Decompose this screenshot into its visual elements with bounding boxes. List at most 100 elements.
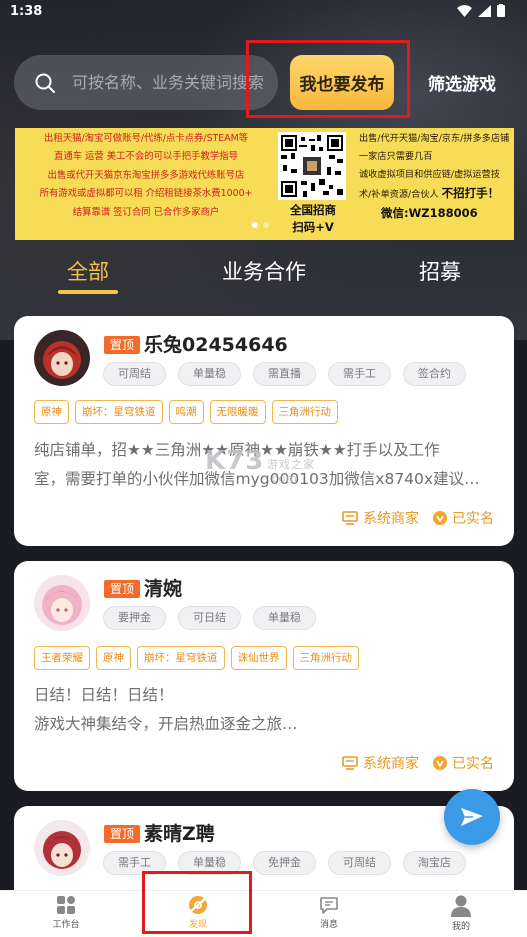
game-tags: 原神 崩坏：星穹铁道 鸣潮 无限暖暖 三角洲行动 <box>34 400 338 424</box>
status-time: 1:38 <box>10 4 43 19</box>
nav-profile[interactable]: 我的 <box>431 895 491 932</box>
merchant-text: 系统商家 <box>363 756 419 772</box>
signal-icon <box>478 4 491 17</box>
pinned-badge: 置顶 <box>104 580 141 598</box>
qr-code-icon <box>281 135 343 197</box>
qr-label-line: 全国招商 <box>290 203 336 217</box>
game-tag: 三角洲行动 <box>271 400 338 424</box>
verified-label: 已实名 <box>433 508 494 528</box>
nav-discover[interactable]: 发现 <box>168 895 228 930</box>
merchant-label: 系统商家 <box>342 753 419 773</box>
feature-chip: 可周结 <box>328 851 391 875</box>
avatar-image-icon <box>34 575 90 631</box>
banner-line: 所有游戏或虚拟都可以租 介绍租链接茶水费1000+ <box>39 188 253 200</box>
game-tag: 崩坏：星穹铁道 <box>75 400 163 424</box>
banner-line: 直通车 运营 美工不会的可以手把手教学指导 <box>53 151 239 163</box>
game-tag: 三角洲行动 <box>292 646 359 670</box>
post-description: 日结！日结！日结！ 游戏大神集结令，开启热血逐金之旅… <box>34 681 494 739</box>
game-tag: 鸣潮 <box>168 400 204 424</box>
nav-messages[interactable]: 消息 <box>299 895 359 930</box>
banner-dot <box>252 222 258 228</box>
avatar <box>34 820 90 876</box>
banner-right-text: 出售/代开天猫/淘宝/京东/拼多多店铺 一家店只需要几百 诚收虚拟项目和供应链/… <box>355 128 514 240</box>
feature-chip: 签合约 <box>403 362 466 386</box>
wifi-icon <box>457 4 472 17</box>
feature-chip: 需手工 <box>103 851 166 875</box>
feature-chip: 需直播 <box>253 362 316 386</box>
game-tag: 无限暖暖 <box>209 400 266 424</box>
share-fab-button[interactable] <box>444 789 500 845</box>
game-tag: 原神 <box>34 400 69 424</box>
nav-workbench[interactable]: 工作台 <box>36 895 96 930</box>
banner-qr-label: 全国招商 扫码+V <box>269 202 357 236</box>
game-tag: 诛仙世界 <box>230 646 287 670</box>
feature-chip: 可日结 <box>178 606 241 630</box>
send-icon <box>461 808 483 826</box>
feature-chips: 要押金 可日结 单量稳 <box>103 606 316 630</box>
banner-line: 术/补单资源/合伙人 <box>359 189 439 200</box>
feature-chip: 要押金 <box>103 606 166 630</box>
feature-chip: 需手工 <box>328 362 391 386</box>
grid-icon <box>57 896 75 914</box>
qr-code-image <box>278 132 346 200</box>
nav-label: 工作台 <box>52 920 80 930</box>
banner-dot <box>263 222 269 228</box>
post-description: 纯店铺单，招★★三角洲★★原神★★崩铁★★打手以及工作 室，需要打单的小伙伴加微… <box>34 436 494 494</box>
verified-icon <box>433 756 447 770</box>
verified-text: 已实名 <box>452 756 494 772</box>
search-bar[interactable] <box>14 55 278 110</box>
status-icons <box>457 4 505 17</box>
feature-chip: 免押金 <box>253 851 316 875</box>
tab-active-indicator <box>58 290 118 294</box>
merchant-icon <box>342 756 358 770</box>
banner-line: 出售或代开天猫京东淘宝拼多多游戏代练账号店 <box>47 169 245 181</box>
post-card[interactable]: 置顶 乐兔02454646 可周结 单量稳 需直播 需手工 签合约 原神 崩坏：… <box>14 316 514 546</box>
feature-chip: 可周结 <box>103 362 166 386</box>
avatar <box>34 330 90 386</box>
nav-label: 发现 <box>188 920 207 930</box>
feature-chip: 单量稳 <box>253 606 316 630</box>
game-tag: 原神 <box>96 646 131 670</box>
publish-button[interactable]: 我也要发布 <box>290 55 394 110</box>
description-line: 纯店铺单，招★★三角洲★★原神★★崩铁★★打手以及工作 <box>34 441 440 459</box>
category-tabs: 全部 业务合作 招募 <box>0 256 527 300</box>
filter-games-button[interactable]: 筛选游戏 <box>412 70 512 96</box>
description-line: 日结！日结！日结！ <box>34 686 174 704</box>
banner-line: 一家店只需要几百 <box>359 151 433 162</box>
banner-line: 诚收虚拟项目和供应链/虚拟运营技 <box>359 169 500 180</box>
avatar-image-icon <box>34 330 90 386</box>
pinned-badge: 置顶 <box>104 825 141 843</box>
banner-left-text: 出租天猫/淘宝可做账号/代练/点卡点券/STEAM等 直通车 运营 美工不会的可… <box>15 128 277 240</box>
banner-pagination <box>252 222 269 228</box>
feature-chips: 可周结 单量稳 需直播 需手工 签合约 <box>103 362 466 386</box>
description-line: 室，需要打单的小伙伴加微信myg000103加微信x8740x建议… <box>34 470 480 488</box>
bottom-navigation: 工作台 发现 消息 我的 <box>0 890 527 937</box>
pinned-badge: 置顶 <box>104 336 141 354</box>
user-icon <box>451 895 471 917</box>
tab-business[interactable]: 业务合作 <box>214 256 314 286</box>
tab-all[interactable]: 全部 <box>60 256 116 286</box>
merchant-label: 系统商家 <box>342 508 419 528</box>
game-tag: 崩坏：星穹铁道 <box>137 646 225 670</box>
status-bar: 1:38 <box>0 0 527 24</box>
discover-icon <box>189 896 207 914</box>
poster-name: 素晴Z聘 <box>144 823 215 845</box>
feature-chip: 淘宝店 <box>403 851 466 875</box>
banner-line: 出售/代开天猫/淘宝/京东/拼多多店铺 <box>359 133 510 144</box>
poster-name: 乐兔02454646 <box>144 334 288 356</box>
battery-icon <box>497 4 505 17</box>
feature-chips: 需手工 单量稳 免押金 可周结 淘宝店 <box>103 851 466 875</box>
search-icon <box>35 73 55 93</box>
qr-label-line: 扫码+V <box>292 220 334 234</box>
tab-recruit[interactable]: 招募 <box>410 256 470 286</box>
nav-label: 消息 <box>319 920 338 930</box>
post-card[interactable]: 置顶 清婉 要押金 可日结 单量稳 王者荣耀 原神 崩坏：星穹铁道 诛仙世界 三… <box>14 561 514 791</box>
feature-chip: 单量稳 <box>178 362 241 386</box>
poster-name: 清婉 <box>144 578 183 600</box>
nav-label: 我的 <box>451 922 470 932</box>
merchant-text: 系统商家 <box>363 511 419 527</box>
banner-wechat: 微信:WZ188006 <box>381 206 478 220</box>
search-input[interactable] <box>72 73 272 92</box>
merchant-icon <box>342 511 358 525</box>
game-tag: 王者荣耀 <box>34 646 90 670</box>
